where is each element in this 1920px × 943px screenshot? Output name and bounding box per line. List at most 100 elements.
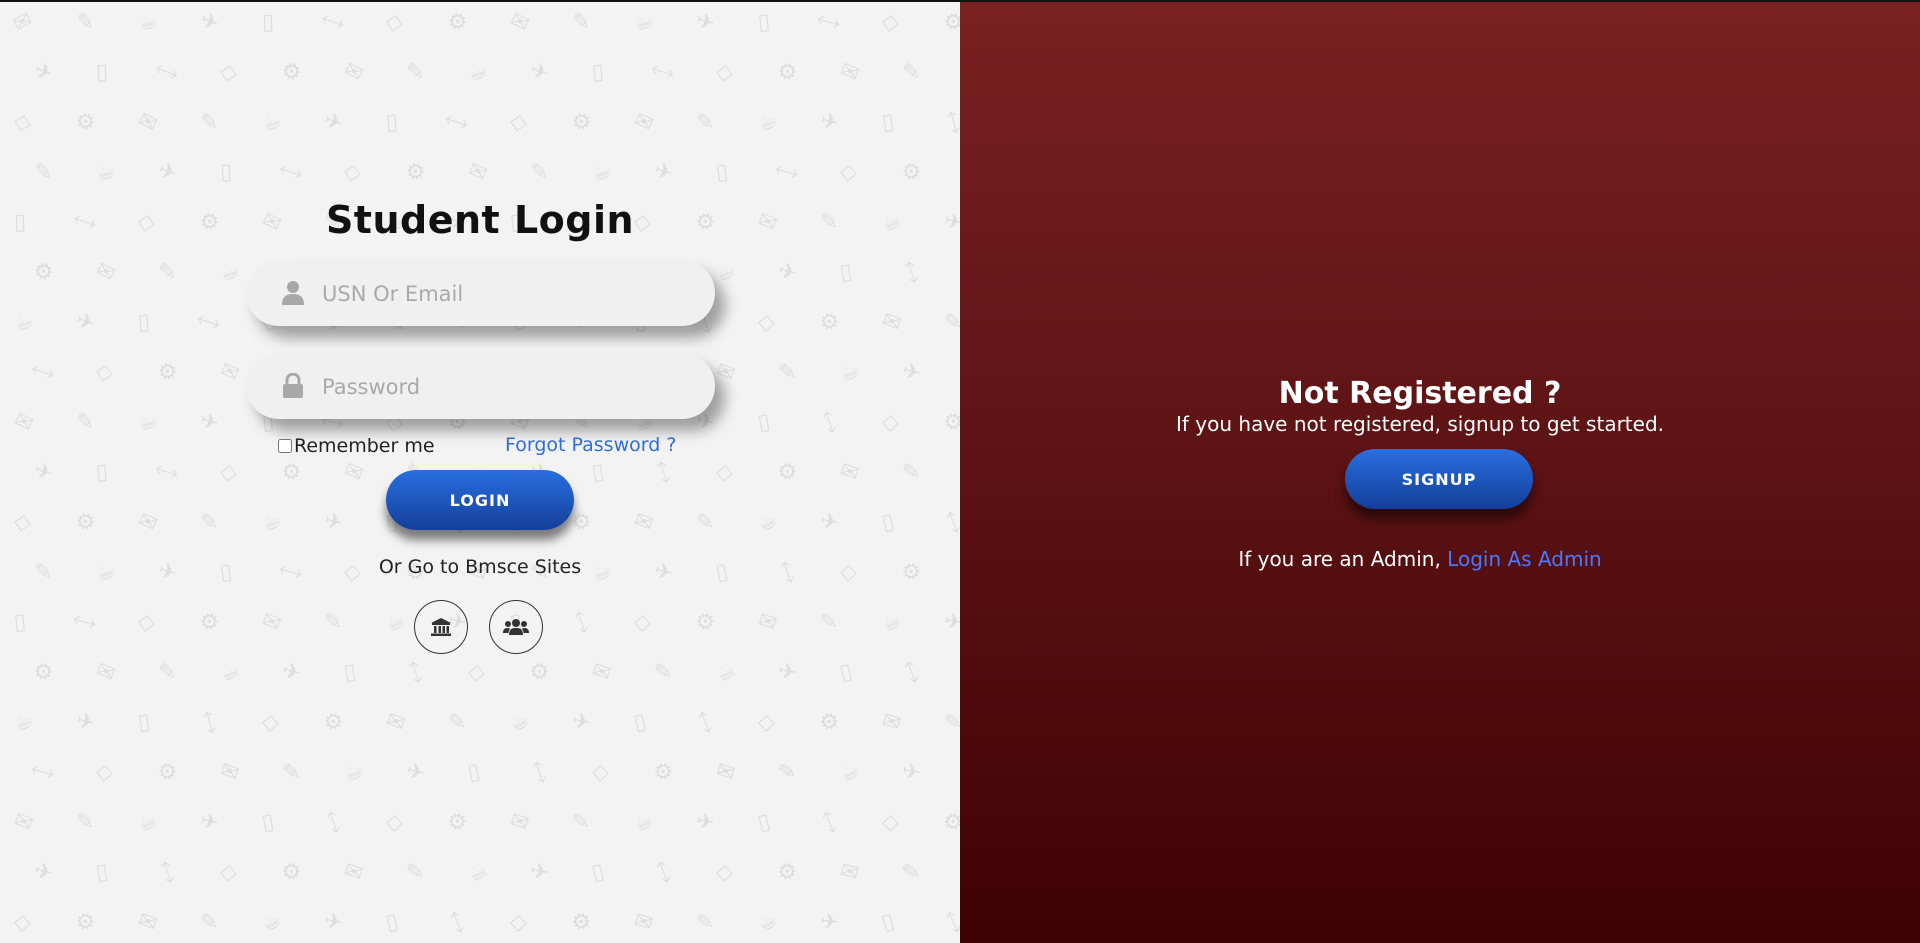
pattern-glyph: ✈: [403, 758, 427, 787]
site-button-users[interactable]: [489, 600, 543, 654]
pattern-glyph: ▯: [385, 109, 399, 136]
pattern-glyph: ☕: [835, 357, 864, 389]
pattern-glyph: ▯: [136, 709, 152, 736]
pattern-glyph: ⚙: [898, 557, 926, 588]
remember-checkbox[interactable]: [278, 439, 292, 453]
pattern-glyph: ◇: [714, 58, 735, 87]
pattern-glyph: ⤡: [28, 757, 57, 788]
pattern-glyph: ✉: [10, 807, 37, 838]
pattern-glyph: ✉: [133, 107, 162, 138]
login-panel: ✉ ✎ ☕ ✈ ▯ ⤡ ◇ ⚙ ✉ ✎ ☕ ✈ ▯ ⤡ ◇ ⚙ ✈ ▯ ⤡ ◇ ⚙ ✉ ✎ ☕ ✈ ▯ ⤡ ◇ ⚙ ✉ ✎ ☕ ◇ ⚙ ✉ ✎ ☕ ✈ ▯ ⤡…: [0, 2, 960, 943]
password-input[interactable]: [320, 353, 704, 421]
pattern-glyph: ✎: [571, 9, 592, 36]
pattern-glyph: ✉: [9, 407, 38, 438]
pattern-glyph: ✎: [199, 509, 219, 536]
pattern-glyph: ✎: [570, 809, 592, 836]
username-field-container: [246, 260, 715, 328]
pattern-glyph: ☕: [134, 7, 161, 38]
pattern-glyph: ☕: [877, 606, 907, 639]
pattern-glyph: ✎: [33, 559, 53, 586]
admin-login-line: If you are an Admin, Login As Admin: [960, 547, 1880, 571]
pattern-glyph: ☕: [92, 157, 119, 188]
pattern-glyph: ⚙: [320, 707, 347, 738]
register-panel: Not Registered ? If you have not registe…: [960, 2, 1920, 943]
user-icon: [282, 281, 304, 305]
pattern-glyph: ▯: [94, 859, 110, 886]
pattern-glyph: ▯: [880, 109, 896, 136]
pattern-glyph: ✎: [901, 459, 922, 486]
pattern-glyph: ▯: [383, 909, 401, 936]
pattern-glyph: ✈: [899, 358, 923, 387]
pattern-glyph: ▯: [714, 159, 730, 186]
pattern-glyph: ⤡: [152, 457, 181, 488]
pattern-glyph: ✉: [506, 807, 533, 838]
site-button-institution[interactable]: [414, 600, 468, 654]
pattern-glyph: ✉: [631, 907, 656, 938]
pattern-glyph: ✉: [91, 257, 120, 288]
pattern-glyph: ⚙: [72, 907, 99, 938]
admin-prefix-text: If you are an Admin,: [1238, 547, 1448, 571]
pattern-glyph: ◇: [383, 8, 406, 37]
pattern-glyph: ✎: [405, 859, 426, 886]
pattern-glyph: ◇: [881, 409, 900, 436]
pattern-glyph: ⤡: [153, 57, 180, 88]
pattern-glyph: ✎: [902, 60, 921, 85]
pattern-glyph: ☕: [752, 906, 783, 939]
pattern-glyph: ☕: [834, 756, 865, 789]
pattern-glyph: ✉: [340, 857, 367, 888]
login-button[interactable]: LOGIN: [386, 470, 574, 530]
pattern-glyph: ✎: [32, 159, 54, 186]
admin-login-link[interactable]: Login As Admin: [1447, 547, 1602, 571]
pattern-glyph: ✎: [75, 409, 96, 436]
pattern-glyph: ◇: [715, 859, 734, 886]
pattern-glyph: ⤡: [319, 807, 347, 838]
pattern-glyph: ⚙: [773, 857, 802, 888]
pattern-glyph: ◇: [385, 809, 404, 836]
pattern-glyph: ◇: [218, 859, 239, 886]
signup-button[interactable]: SIGNUP: [1345, 449, 1533, 509]
pattern-glyph: ☕: [629, 806, 659, 839]
pattern-glyph: ✈: [776, 658, 799, 687]
pattern-glyph: ✈: [569, 708, 593, 737]
pattern-glyph: ▯: [137, 309, 151, 336]
pattern-glyph: ✉: [463, 157, 492, 188]
remember-label: Remember me: [294, 435, 435, 457]
pattern-glyph: ⚙: [445, 8, 470, 37]
username-input[interactable]: [320, 260, 704, 328]
lock-icon: [283, 373, 303, 398]
pattern-glyph: ⚙: [74, 108, 98, 137]
forgot-password-link[interactable]: Forgot Password ?: [505, 434, 676, 456]
pattern-glyph: ✈: [694, 808, 717, 837]
pattern-glyph: ⤡: [71, 207, 98, 238]
pattern-glyph: ☕: [10, 307, 37, 338]
pattern-glyph: ⚙: [816, 307, 843, 338]
pattern-glyph: ☕: [91, 557, 120, 588]
pattern-glyph: ✎: [157, 259, 178, 286]
pattern-glyph: ✎: [695, 109, 715, 136]
pattern-glyph: ◇: [136, 608, 157, 637]
pattern-glyph: ⚙: [898, 157, 925, 188]
pattern-glyph: ✈: [321, 908, 345, 937]
pattern-glyph: ✉: [836, 457, 863, 488]
remember-me[interactable]: Remember me: [278, 435, 435, 457]
pattern-glyph: ✉: [134, 907, 161, 938]
pattern-glyph: ✈: [900, 758, 923, 787]
pattern-glyph: ⤡: [815, 407, 843, 438]
pattern-glyph: ✈: [72, 307, 99, 338]
pattern-glyph: ⚙: [31, 657, 57, 688]
pattern-glyph: ▯: [218, 559, 234, 586]
pattern-glyph: ✉: [92, 657, 119, 688]
pattern-glyph: ✈: [196, 407, 222, 438]
pattern-glyph: ⤡: [897, 257, 925, 288]
pattern-glyph: ✈: [817, 508, 841, 537]
pattern-glyph: ◇: [880, 8, 901, 37]
pattern-glyph: ⤡: [939, 107, 960, 138]
pattern-glyph: ☕: [505, 706, 534, 739]
pattern-glyph: ◇: [509, 909, 528, 936]
pattern-glyph: ⤡: [649, 857, 677, 888]
pattern-glyph: ◇: [135, 208, 158, 237]
pattern-glyph: ⚙: [279, 58, 304, 87]
pattern-glyph: ⚙: [775, 57, 801, 88]
pattern-glyph: ✎: [447, 709, 468, 736]
pattern-glyph: ✈: [320, 107, 347, 138]
